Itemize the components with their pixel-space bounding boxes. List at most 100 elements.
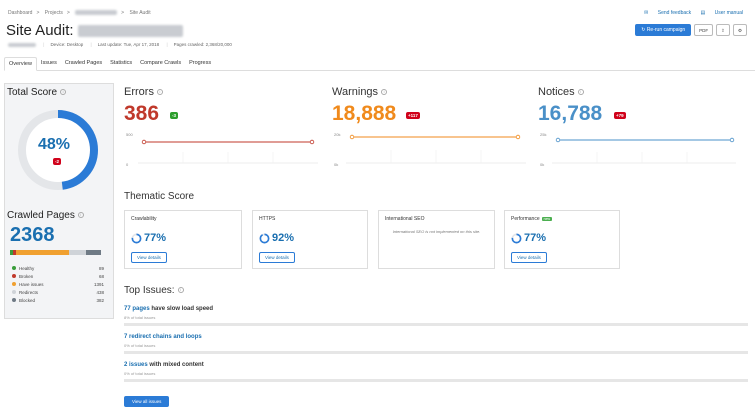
- performance-donut-icon: [511, 233, 522, 243]
- tab-issues[interactable]: Issues: [37, 57, 61, 70]
- tab-progress[interactable]: Progress: [185, 57, 215, 70]
- crawled-pages-legend: Healthy 89 Broken 68 Have issues 1391 Redirect…: [12, 264, 104, 304]
- international-seo-note: International SEO is not implemented on …: [392, 229, 481, 234]
- warnings-ymin-label: 0k: [334, 162, 338, 167]
- legend-dot-icon: [12, 290, 16, 295]
- notices-title: Notices i: [538, 86, 584, 98]
- https-score: 92%: [272, 232, 295, 244]
- warnings-trend-chart: 20k 0k: [334, 132, 526, 167]
- project-name-redacted: [77, 25, 183, 38]
- top-buttons: ↻ Re-run campaign PDF ⇪ ⚙: [635, 24, 747, 36]
- warnings-trend-point: [515, 134, 521, 140]
- breadcrumb-project-redacted[interactable]: [75, 10, 118, 16]
- https-donut-icon: [259, 233, 270, 243]
- warnings-value[interactable]: 18,888: [332, 102, 396, 126]
- issue-progress-bar: [124, 323, 748, 326]
- info-icon[interactable]: i: [177, 287, 184, 294]
- warnings-trend-point: [349, 134, 355, 140]
- export-button[interactable]: ⇪: [716, 24, 730, 36]
- issue-item: 2 issues with mixed content 0% of total …: [124, 362, 748, 382]
- warnings-delta-badge: +117: [406, 112, 420, 119]
- total-score-delta-badge: -2: [53, 158, 62, 165]
- crawled-pages-bar: [10, 250, 101, 255]
- tab-overview[interactable]: Overview: [4, 57, 37, 71]
- legend-item[interactable]: Healthy 89: [12, 264, 104, 272]
- thematic-card-performance: Performance new 77% View details: [504, 210, 620, 269]
- tab-bar: Overview Issues Crawled Pages Statistics…: [4, 57, 755, 71]
- legend-dot-icon: [12, 266, 16, 271]
- total-score-value: 48%: [38, 136, 71, 153]
- legend-item[interactable]: Redirects 438: [12, 288, 104, 296]
- crawlability-score: 77%: [144, 232, 167, 244]
- info-icon[interactable]: i: [77, 212, 84, 219]
- thematic-card-international-seo: International SEO International SEO is n…: [378, 210, 495, 269]
- issue-link[interactable]: 7 redirect chains and loops: [124, 334, 202, 340]
- crawl-meta: | Device: Desktop | Last update: Tue, Apr …: [8, 42, 238, 47]
- top-issues-title: Top Issues: i: [124, 285, 184, 296]
- issue-progress-bar: [124, 351, 748, 354]
- refresh-icon: ↻: [641, 27, 646, 33]
- legend-item[interactable]: Blocked 382: [12, 296, 104, 304]
- crawled-bar-segment: [86, 250, 101, 255]
- notices-ymax-label: 25k: [540, 132, 546, 137]
- user-manual-link[interactable]: ▤ User manual: [701, 10, 743, 16]
- tab-crawled-pages[interactable]: Crawled Pages: [61, 57, 106, 70]
- total-score-title: Total Score i: [7, 87, 67, 98]
- page-title: Site Audit:: [6, 22, 183, 39]
- errors-trend-point: [309, 139, 315, 145]
- warnings-ymax-label: 20k: [334, 132, 340, 137]
- issue-link[interactable]: 2 issues: [124, 362, 148, 368]
- new-badge: new: [541, 216, 553, 221]
- notices-trend-point: [729, 137, 735, 143]
- crawled-pages-count[interactable]: 2368: [10, 224, 55, 247]
- errors-title: Errors i: [124, 86, 163, 98]
- rerun-campaign-button[interactable]: ↻ Re-run campaign: [635, 24, 692, 36]
- errors-value[interactable]: 386: [124, 102, 159, 126]
- tab-compare-crawls[interactable]: Compare Crawls: [136, 57, 185, 70]
- notices-trend-point: [555, 137, 561, 143]
- breadcrumb-dashboard[interactable]: Dashboard: [8, 10, 32, 16]
- crawled-pages-title: Crawled Pages i: [7, 210, 84, 221]
- notices-ymin-label: 0k: [540, 162, 544, 167]
- breadcrumb-current: Site Audit: [129, 10, 151, 16]
- warnings-title: Warnings i: [332, 86, 388, 98]
- breadcrumb-projects[interactable]: Projects: [45, 10, 63, 16]
- info-icon[interactable]: i: [577, 89, 584, 96]
- legend-dot-icon: [12, 274, 16, 279]
- https-view-details-button[interactable]: View details: [259, 252, 295, 263]
- notices-value[interactable]: 16,788: [538, 102, 602, 126]
- issue-item: 7 redirect chains and loops 0% of total …: [124, 334, 748, 354]
- crawlability-donut-icon: [131, 233, 142, 243]
- thematic-card-crawlability: Crawlability 77% View details: [124, 210, 242, 269]
- issue-link[interactable]: 77 pages: [124, 306, 150, 312]
- errors-trend-point: [141, 139, 147, 145]
- errors-ymax-label: 500: [126, 132, 133, 137]
- info-icon[interactable]: i: [381, 89, 388, 96]
- notices-delta-badge: +79: [614, 112, 626, 119]
- legend-item[interactable]: Have issues 1391: [12, 280, 104, 288]
- pdf-button[interactable]: PDF: [694, 24, 714, 36]
- tab-statistics[interactable]: Statistics: [106, 57, 136, 70]
- send-feedback-link[interactable]: ✉ Send feedback: [644, 10, 691, 16]
- top-links: ✉ Send feedback ▤ User manual: [636, 10, 743, 16]
- issue-item: 77 pages have slow load speed 8% of tota…: [124, 306, 748, 326]
- issue-progress-bar: [124, 379, 748, 382]
- legend-item[interactable]: Broken 68: [12, 272, 104, 280]
- view-all-issues-button[interactable]: View all issues: [124, 396, 170, 407]
- performance-score: 77%: [524, 232, 547, 244]
- performance-view-details-button[interactable]: View details: [511, 252, 547, 263]
- legend-dot-icon: [12, 298, 16, 303]
- notices-trend-chart: 25k 0k: [540, 132, 736, 167]
- info-icon[interactable]: i: [60, 89, 67, 96]
- domain-redacted: [8, 42, 36, 47]
- breadcrumb: Dashboard > Projects > > Site Audit: [8, 10, 151, 16]
- crawlability-view-details-button[interactable]: View details: [131, 252, 167, 263]
- settings-button[interactable]: ⚙: [732, 24, 747, 36]
- thematic-score-title: Thematic Score: [124, 191, 195, 202]
- info-icon[interactable]: i: [156, 89, 163, 96]
- thematic-card-https: HTTPS 92% View details: [252, 210, 368, 269]
- legend-dot-icon: [12, 282, 16, 287]
- gear-icon: ⚙: [737, 28, 742, 33]
- errors-trend-chart: 500 0: [126, 132, 318, 167]
- export-icon: ⇪: [721, 28, 725, 33]
